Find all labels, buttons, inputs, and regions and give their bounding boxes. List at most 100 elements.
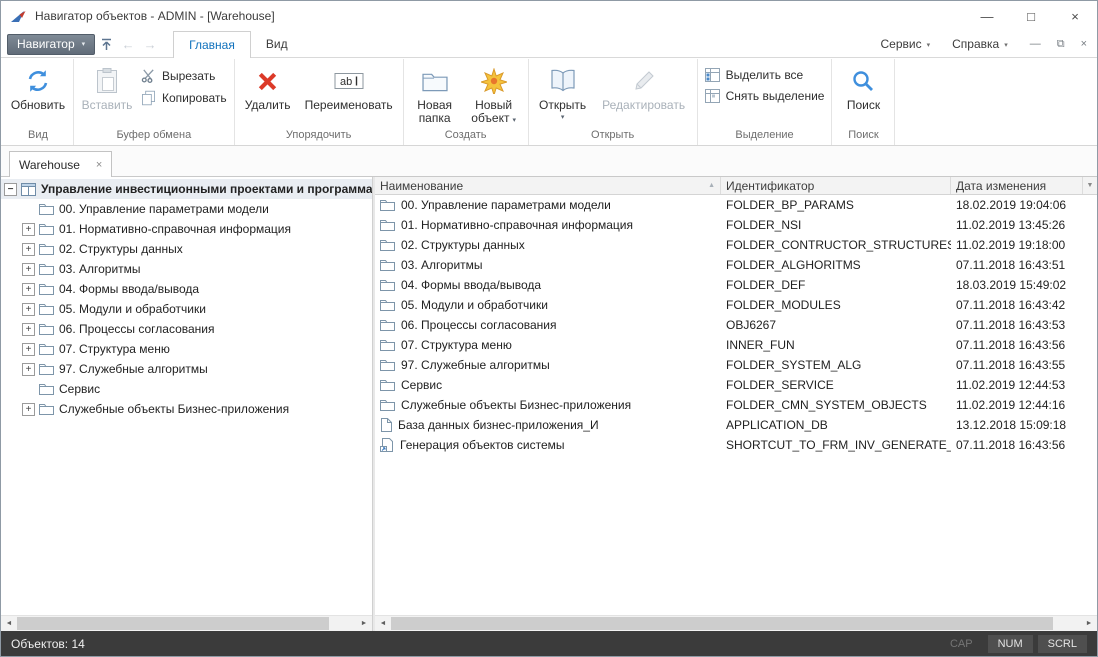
scroll-left-icon[interactable]: ◄	[375, 616, 391, 631]
row-name: 03. Алгоритмы	[401, 258, 483, 272]
folder-icon	[380, 379, 395, 391]
navigator-menu-button[interactable]: Навигатор ▾	[7, 34, 95, 55]
table-row[interactable]: 97. Служебные алгоритмы FOLDER_SYSTEM_AL…	[375, 355, 1097, 375]
delete-button[interactable]: Удалить	[238, 61, 298, 113]
column-filter-button[interactable]: ▼	[1083, 177, 1097, 194]
table-row[interactable]: 04. Формы ввода/вывода FOLDER_DEF 18.03.…	[375, 275, 1097, 295]
ribbon-group-create: Новая папка Новый объект▾ Создать	[404, 59, 529, 145]
maximize-icon[interactable]: □	[1009, 1, 1053, 31]
expand-icon[interactable]: +	[22, 263, 35, 276]
tree-scroll-thumb[interactable]	[17, 617, 329, 630]
close-icon[interactable]: ×	[1053, 1, 1097, 31]
expand-icon[interactable]: +	[22, 343, 35, 356]
refresh-button[interactable]: Обновить	[6, 61, 70, 113]
new-folder-button[interactable]: Новая папка	[407, 61, 463, 126]
select-all-button[interactable]: Выделить все	[705, 68, 825, 82]
tab-close-icon[interactable]: ×	[96, 159, 102, 171]
main-area: − Управление инвестиционными проектами и…	[1, 177, 1097, 631]
deselect-button[interactable]: Снять выделение	[705, 89, 825, 103]
rename-button[interactable]: ab Переименовать	[298, 61, 400, 113]
folder-icon	[380, 319, 395, 331]
tab-home[interactable]: Главная	[173, 31, 251, 58]
table-row[interactable]: 00. Управление параметрами модели FOLDER…	[375, 195, 1097, 215]
tree-item[interactable]: + 01. Нормативно-справочная информация	[1, 219, 372, 239]
child-minimize-icon[interactable]: —	[1030, 38, 1041, 50]
table-row[interactable]: 02. Структуры данных FOLDER_CONTRUCTOR_S…	[375, 235, 1097, 255]
tree-item[interactable]: + 97. Служебные алгоритмы	[1, 359, 372, 379]
table-row[interactable]: 06. Процессы согласования OBJ6267 07.11.…	[375, 315, 1097, 335]
navigator-menu-label: Навигатор	[17, 37, 75, 51]
tree-item-label: 04. Формы ввода/вывода	[59, 282, 199, 296]
table-row[interactable]: 05. Модули и обработчики FOLDER_MODULES …	[375, 295, 1097, 315]
cut-button[interactable]: Вырезать	[141, 68, 227, 83]
expand-icon[interactable]: +	[22, 303, 35, 316]
folder-icon	[39, 383, 54, 395]
service-menu[interactable]: Сервис ▾	[881, 37, 931, 51]
open-button[interactable]: Открыть ▾	[532, 61, 594, 122]
tree-item[interactable]: + 03. Алгоритмы	[1, 259, 372, 279]
table-row[interactable]: 03. Алгоритмы FOLDER_ALGHORITMS 07.11.20…	[375, 255, 1097, 275]
table-row[interactable]: База данных бизнес-приложения_И APPLICAT…	[375, 415, 1097, 435]
sort-asc-icon: ▲	[708, 182, 715, 189]
tree-item[interactable]: + Сервис	[1, 379, 372, 399]
folder-icon	[380, 279, 395, 291]
scroll-left-icon[interactable]: ◄	[1, 616, 17, 631]
column-header-date-modified[interactable]: Дата изменения	[951, 177, 1083, 194]
grid-scroll-track[interactable]	[391, 616, 1081, 631]
tree-item[interactable]: + 06. Процессы согласования	[1, 319, 372, 339]
folder-icon	[380, 399, 395, 411]
tree-root-item[interactable]: − Управление инвестиционными проектами и…	[1, 179, 372, 199]
table-row[interactable]: 01. Нормативно-справочная информация FOL…	[375, 215, 1097, 235]
grid-scroll-thumb[interactable]	[391, 617, 1053, 630]
paste-icon	[96, 66, 118, 96]
tree-item[interactable]: + 04. Формы ввода/вывода	[1, 279, 372, 299]
row-date-modified: 07.11.2018 16:43:56	[951, 438, 1097, 452]
child-restore-icon[interactable]: ⧉	[1057, 38, 1065, 51]
go-to-top-button[interactable]	[95, 34, 117, 55]
tree-item[interactable]: + 00. Управление параметрами модели	[1, 199, 372, 219]
expand-icon[interactable]: +	[22, 403, 35, 416]
tree-item[interactable]: + 07. Структура меню	[1, 339, 372, 359]
minimize-icon[interactable]: —	[965, 1, 1009, 31]
row-name: Сервис	[401, 378, 442, 392]
tree-item[interactable]: + Служебные объекты Бизнес-приложения	[1, 399, 372, 419]
search-button[interactable]: Поиск	[835, 61, 891, 113]
copy-button[interactable]: Копировать	[141, 90, 227, 106]
column-header-identifier[interactable]: Идентификатор	[721, 177, 951, 194]
row-identifier: INNER_FUN	[721, 338, 951, 352]
tree-item-label: 00. Управление параметрами модели	[59, 202, 269, 216]
expand-icon[interactable]: +	[22, 323, 35, 336]
tree-item-label: 97. Служебные алгоритмы	[59, 362, 208, 376]
table-row[interactable]: Сервис FOLDER_SERVICE 11.02.2019 12:44:5…	[375, 375, 1097, 395]
expand-icon[interactable]: +	[22, 223, 35, 236]
scroll-right-icon[interactable]: ►	[1081, 616, 1097, 631]
table-row[interactable]: Генерация объектов системы SHORTCUT_TO_F…	[375, 435, 1097, 455]
expand-icon[interactable]: +	[22, 243, 35, 256]
collapse-icon[interactable]: −	[4, 183, 17, 196]
tab-warehouse[interactable]: Warehouse ×	[9, 151, 112, 177]
forward-icon[interactable]: →	[139, 34, 161, 55]
tree-item-label: Служебные объекты Бизнес-приложения	[59, 402, 289, 416]
svg-text:ab: ab	[340, 76, 352, 88]
new-object-button[interactable]: Новый объект▾	[463, 61, 525, 128]
search-label: Поиск	[847, 99, 880, 112]
expand-icon[interactable]: +	[22, 363, 35, 376]
service-menu-label: Сервис	[881, 37, 922, 51]
expand-icon[interactable]: +	[22, 283, 35, 296]
paste-button[interactable]: Вставить	[77, 61, 137, 113]
project-root-icon	[21, 183, 36, 196]
child-close-icon[interactable]: ×	[1081, 38, 1087, 50]
table-row[interactable]: 07. Структура меню INNER_FUN 07.11.2018 …	[375, 335, 1097, 355]
tree-item[interactable]: + 05. Модули и обработчики	[1, 299, 372, 319]
back-icon[interactable]: ←	[117, 34, 139, 55]
help-menu[interactable]: Справка ▾	[952, 37, 1008, 51]
tree-scroll-track[interactable]	[17, 616, 356, 631]
cut-label: Вырезать	[162, 69, 215, 83]
row-name: 07. Структура меню	[401, 338, 512, 352]
tree-item[interactable]: + 02. Структуры данных	[1, 239, 372, 259]
tab-view[interactable]: Вид	[251, 31, 303, 57]
column-header-name[interactable]: Наименование ▲	[375, 177, 721, 194]
scroll-right-icon[interactable]: ►	[356, 616, 372, 631]
table-row[interactable]: Служебные объекты Бизнес-приложения FOLD…	[375, 395, 1097, 415]
edit-button[interactable]: Редактировать	[594, 61, 694, 113]
